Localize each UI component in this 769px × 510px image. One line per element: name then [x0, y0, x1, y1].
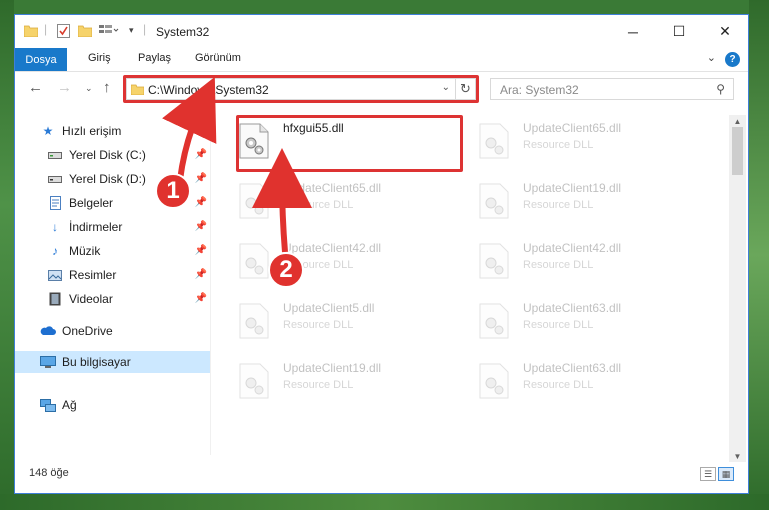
step-badge-2: 2 — [268, 252, 304, 288]
annotation-arrows — [162, 76, 313, 253]
step-badge-1: 1 — [155, 173, 191, 209]
